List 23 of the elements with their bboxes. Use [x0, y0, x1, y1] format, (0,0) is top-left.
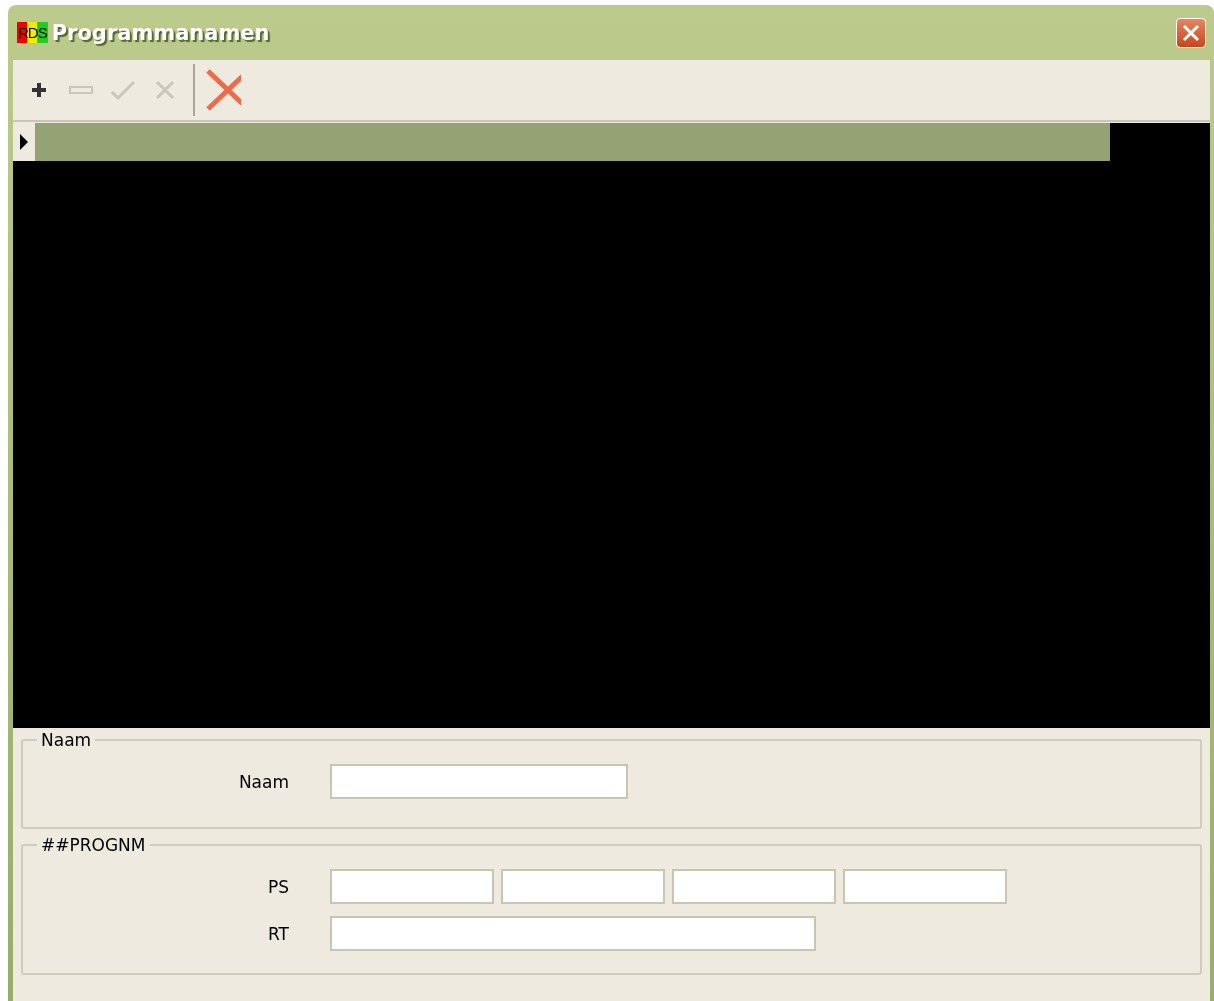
delete-button[interactable]	[205, 70, 241, 110]
input-field[interactable]	[501, 869, 665, 904]
plus-icon	[31, 82, 47, 98]
minus-icon	[69, 86, 93, 94]
check-icon	[110, 80, 136, 100]
close-icon	[1181, 22, 1201, 43]
input-field[interactable]	[330, 916, 816, 951]
close-button[interactable]	[1176, 17, 1206, 48]
row-header[interactable]	[13, 123, 35, 161]
input-field[interactable]	[672, 869, 836, 904]
input-field[interactable]	[843, 869, 1007, 904]
cross-icon	[154, 79, 176, 101]
current-row-icon	[20, 134, 28, 150]
window-title: Programmanamen	[51, 20, 271, 45]
delete-icon	[205, 68, 241, 112]
group-title: Naam	[40, 730, 93, 750]
input-field[interactable]	[330, 764, 628, 799]
app-logo: RDS	[17, 22, 48, 43]
input-field[interactable]	[330, 869, 494, 904]
field-label: Naam	[237, 771, 290, 792]
field-label: RT	[267, 923, 290, 944]
field-label: PS	[266, 876, 290, 897]
group-title: ##PROGNM	[40, 835, 147, 855]
